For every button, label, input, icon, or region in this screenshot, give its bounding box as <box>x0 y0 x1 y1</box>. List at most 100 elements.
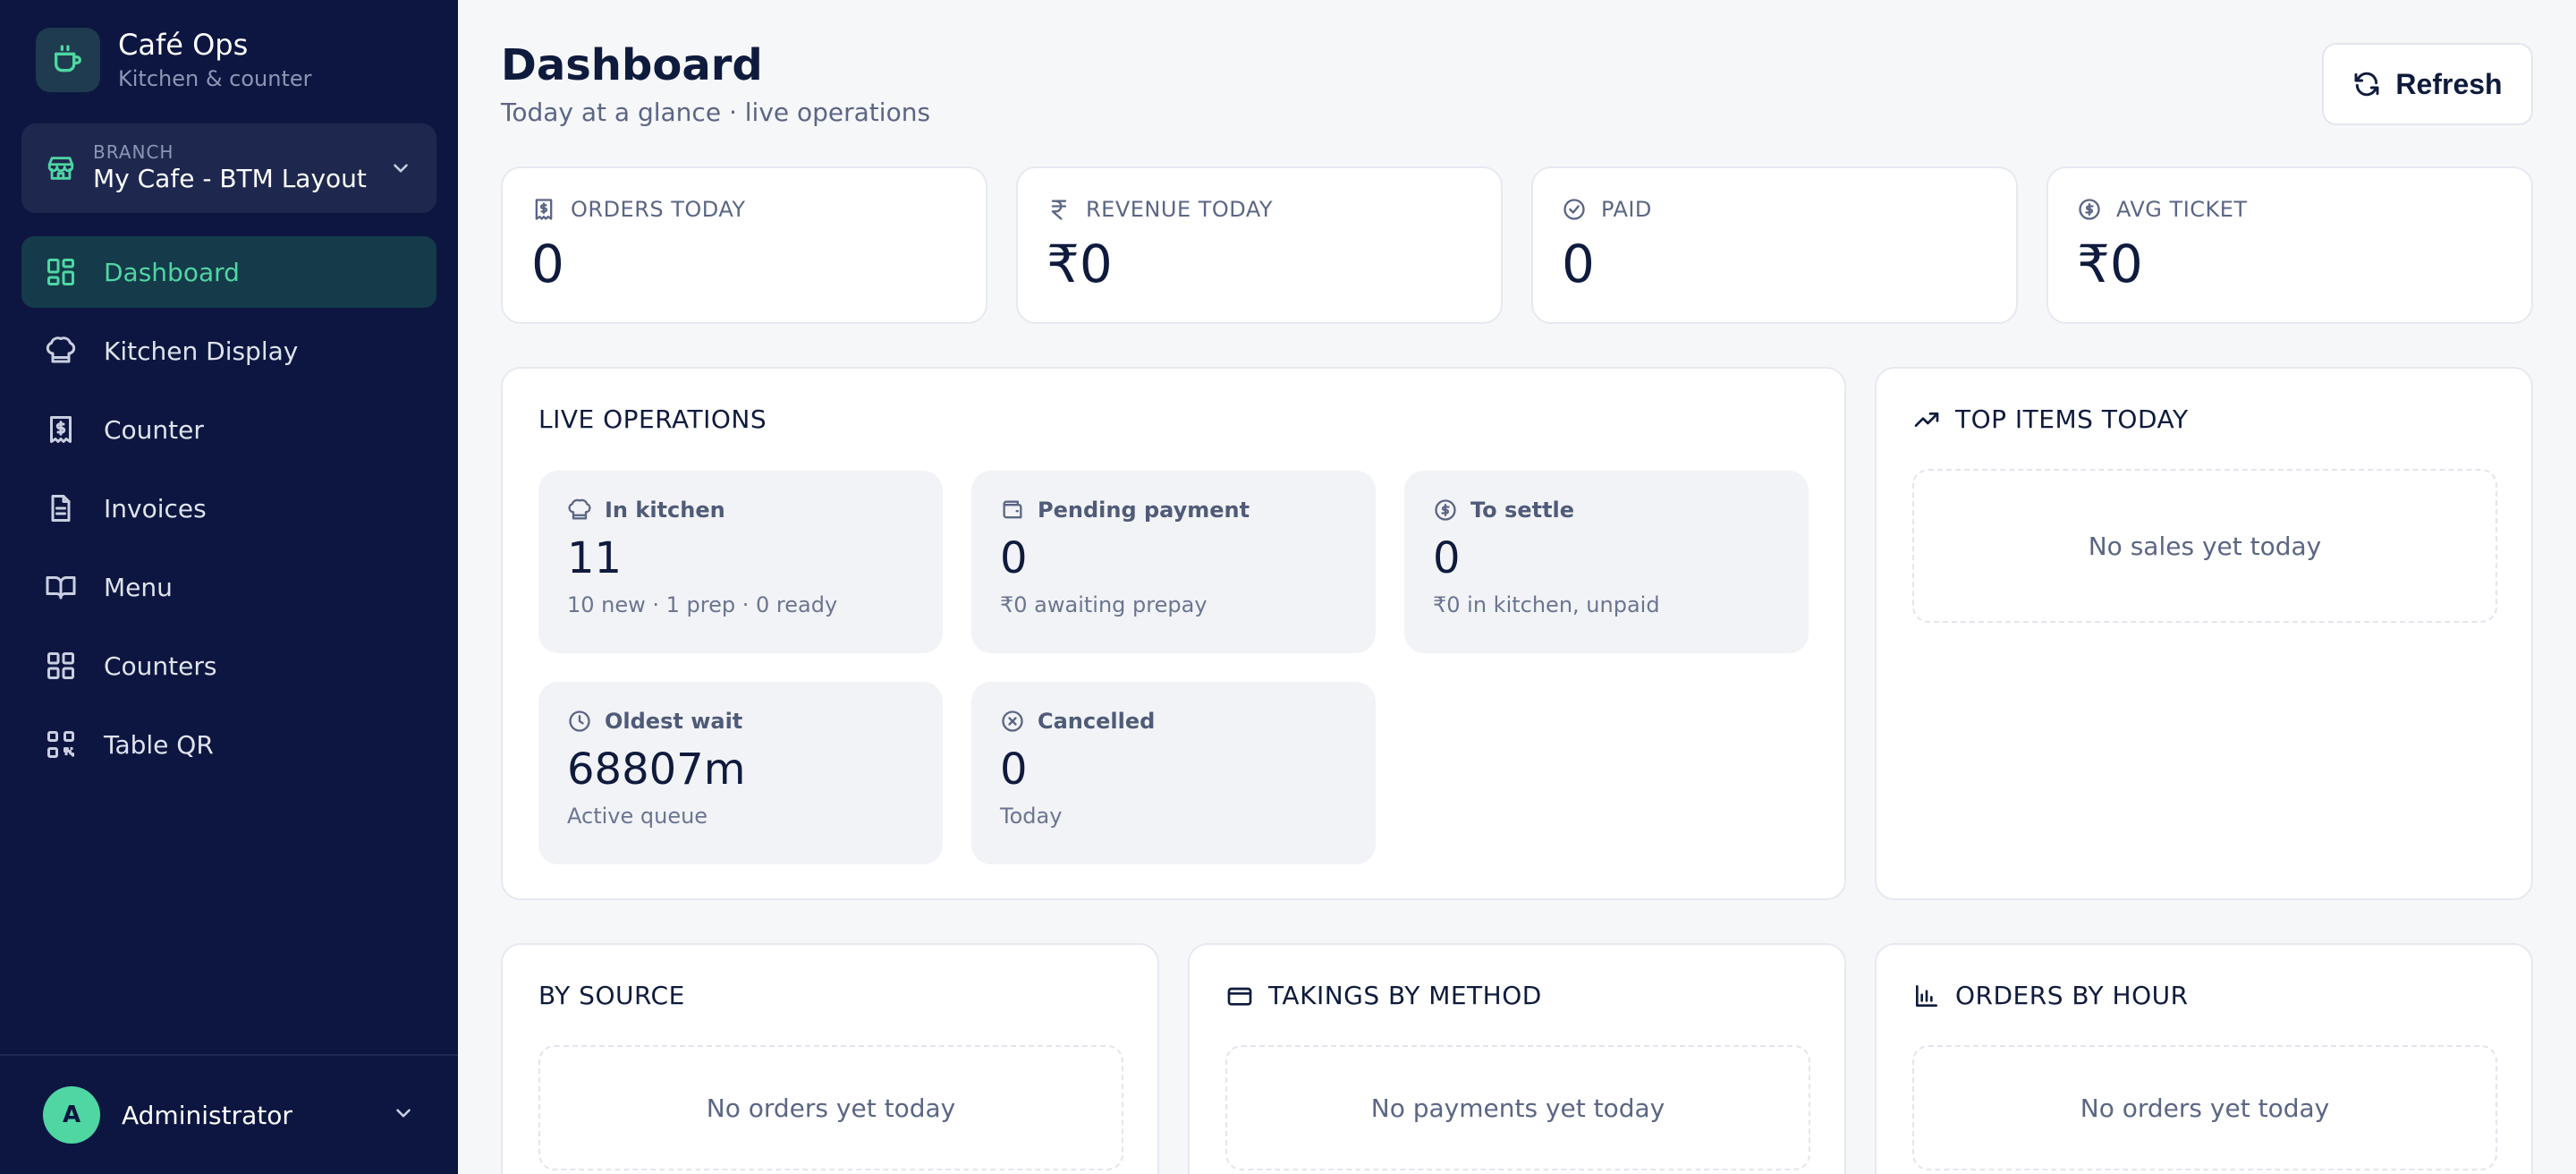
brand-subtitle: Kitchen & counter <box>118 66 312 91</box>
stat-value: ₹0 <box>2077 234 2143 294</box>
stat-label: AVG TICKET <box>2116 197 2248 222</box>
sidebar-item-label: Invoices <box>104 493 207 523</box>
top-items-panel: TOP ITEMS TODAY No sales yet today <box>1875 367 2533 900</box>
trending-up-icon <box>1912 405 1941 434</box>
tile-value: 68807m <box>567 744 746 795</box>
sidebar-item-label: Dashboard <box>104 257 240 287</box>
user-menu[interactable]: A Administrator <box>0 1054 458 1174</box>
dollar-circle-icon <box>1433 498 1458 523</box>
refresh-button[interactable]: Refresh <box>2322 43 2533 125</box>
tile-subtext: 10 new · 1 prep · 0 ready <box>567 592 838 617</box>
rupee-icon <box>1046 197 1072 222</box>
stat-card-revenue-today: REVENUE TODAY ₹0 <box>1016 166 1503 324</box>
panel-title: TOP ITEMS TODAY <box>1955 404 2189 434</box>
branch-selector[interactable]: BRANCH My Cafe - BTM Layout <box>21 123 436 213</box>
tile-label: Pending payment <box>1038 498 1250 523</box>
stat-label: PAID <box>1601 197 1652 222</box>
tile-value: 0 <box>1000 533 1028 583</box>
sidebar-item-label: Table QR <box>104 729 214 760</box>
empty-state: No payments yet today <box>1225 1045 1810 1170</box>
panel-title: BY SOURCE <box>538 981 685 1010</box>
tile-subtext: Today <box>1000 804 1063 829</box>
store-icon <box>43 150 79 186</box>
panel-title-row: TAKINGS BY METHOD <box>1225 981 1542 1010</box>
panel-title-row: ORDERS BY HOUR <box>1912 981 2189 1010</box>
empty-state: No orders yet today <box>538 1045 1123 1170</box>
sidebar-nav: Dashboard Kitchen Display Counter Invoic… <box>21 236 436 787</box>
dollar-circle-icon <box>2077 197 2102 222</box>
sidebar-item-kitchen-display[interactable]: Kitchen Display <box>21 315 436 387</box>
stat-card-paid: PAID 0 <box>1531 166 2018 324</box>
document-icon <box>43 490 79 526</box>
takings-by-method-panel: TAKINGS BY METHOD No payments yet today <box>1188 943 1846 1174</box>
sidebar-item-label: Counter <box>104 414 204 445</box>
tile-value: 11 <box>567 533 623 583</box>
tile-pending-payment: Pending payment 0 ₹0 awaiting prepay <box>971 471 1376 653</box>
wallet-icon <box>1000 498 1025 523</box>
sidebar-item-counter[interactable]: Counter <box>21 394 436 465</box>
branch-label: BRANCH <box>93 141 174 163</box>
tile-subtext: ₹0 awaiting prepay <box>1000 592 1208 617</box>
page-title: Dashboard <box>501 40 763 90</box>
stat-label: REVENUE TODAY <box>1086 197 1274 222</box>
tile-to-settle: To settle 0 ₹0 in kitchen, unpaid <box>1404 471 1809 653</box>
stat-value: 0 <box>531 234 564 294</box>
receipt-icon <box>531 197 556 222</box>
sidebar-item-menu[interactable]: Menu <box>21 551 436 623</box>
user-name: Administrator <box>122 1100 292 1130</box>
sidebar-item-counters[interactable]: Counters <box>21 630 436 702</box>
stat-value: ₹0 <box>1046 234 1113 294</box>
sidebar-item-dashboard[interactable]: Dashboard <box>21 236 436 308</box>
stat-card-orders-today: ORDERS TODAY 0 <box>501 166 987 324</box>
book-icon <box>43 569 79 605</box>
chef-hat-icon <box>567 498 592 523</box>
panel-title: LIVE OPERATIONS <box>538 404 767 434</box>
tile-in-kitchen: In kitchen 11 10 new · 1 prep · 0 ready <box>538 471 943 653</box>
sidebar: Café Ops Kitchen & counter BRANCH My Caf… <box>0 0 458 1174</box>
sidebar-item-label: Menu <box>104 572 173 602</box>
x-circle-icon <box>1000 709 1025 734</box>
tile-value: 0 <box>1433 533 1461 583</box>
qr-icon <box>43 727 79 762</box>
sidebar-item-label: Kitchen Display <box>104 336 299 366</box>
sidebar-item-label: Counters <box>104 651 217 681</box>
tile-label: In kitchen <box>605 498 725 523</box>
grid-icon <box>43 254 79 290</box>
panel-title: TAKINGS BY METHOD <box>1268 981 1542 1010</box>
tile-label: To settle <box>1470 498 1575 523</box>
by-source-panel: BY SOURCE No orders yet today <box>501 943 1159 1174</box>
live-operations-panel: LIVE OPERATIONS In kitchen 11 10 new · 1… <box>501 367 1846 900</box>
empty-state: No orders yet today <box>1912 1045 2497 1170</box>
refresh-label: Refresh <box>2395 67 2503 100</box>
chevron-down-icon <box>386 154 415 183</box>
tile-label: Oldest wait <box>605 709 743 734</box>
orders-by-hour-panel: ORDERS BY HOUR No orders yet today <box>1875 943 2533 1174</box>
tile-subtext: ₹0 in kitchen, unpaid <box>1433 592 1660 617</box>
squares-icon <box>43 648 79 684</box>
main-content: Dashboard Today at a glance · live opera… <box>458 0 2576 1174</box>
sidebar-item-table-qr[interactable]: Table QR <box>21 709 436 780</box>
tile-cancelled: Cancelled 0 Today <box>971 682 1376 864</box>
panel-title-row: TOP ITEMS TODAY <box>1912 404 2189 434</box>
tile-label: Cancelled <box>1038 709 1156 734</box>
avatar: A <box>43 1086 100 1144</box>
sidebar-item-invoices[interactable]: Invoices <box>21 472 436 544</box>
stat-value: 0 <box>1562 234 1595 294</box>
coffee-cup-icon <box>36 28 100 92</box>
clock-icon <box>567 709 592 734</box>
stat-card-avg-ticket: AVG TICKET ₹0 <box>2046 166 2533 324</box>
check-circle-icon <box>1562 197 1587 222</box>
chevron-down-icon <box>392 1102 415 1128</box>
receipt-icon <box>43 412 79 447</box>
brand[interactable]: Café Ops Kitchen & counter <box>36 27 312 93</box>
brand-title: Café Ops <box>118 28 249 62</box>
refresh-icon <box>2352 70 2381 98</box>
empty-state: No sales yet today <box>1912 469 2497 623</box>
tile-oldest-wait: Oldest wait 68807m Active queue <box>538 682 943 864</box>
branch-value: My Cafe - BTM Layout <box>93 164 367 193</box>
page-subtitle: Today at a glance · live operations <box>501 98 931 127</box>
panel-title: ORDERS BY HOUR <box>1955 981 2189 1010</box>
tile-value: 0 <box>1000 744 1028 795</box>
chef-hat-icon <box>43 333 79 369</box>
tile-subtext: Active queue <box>567 804 708 829</box>
